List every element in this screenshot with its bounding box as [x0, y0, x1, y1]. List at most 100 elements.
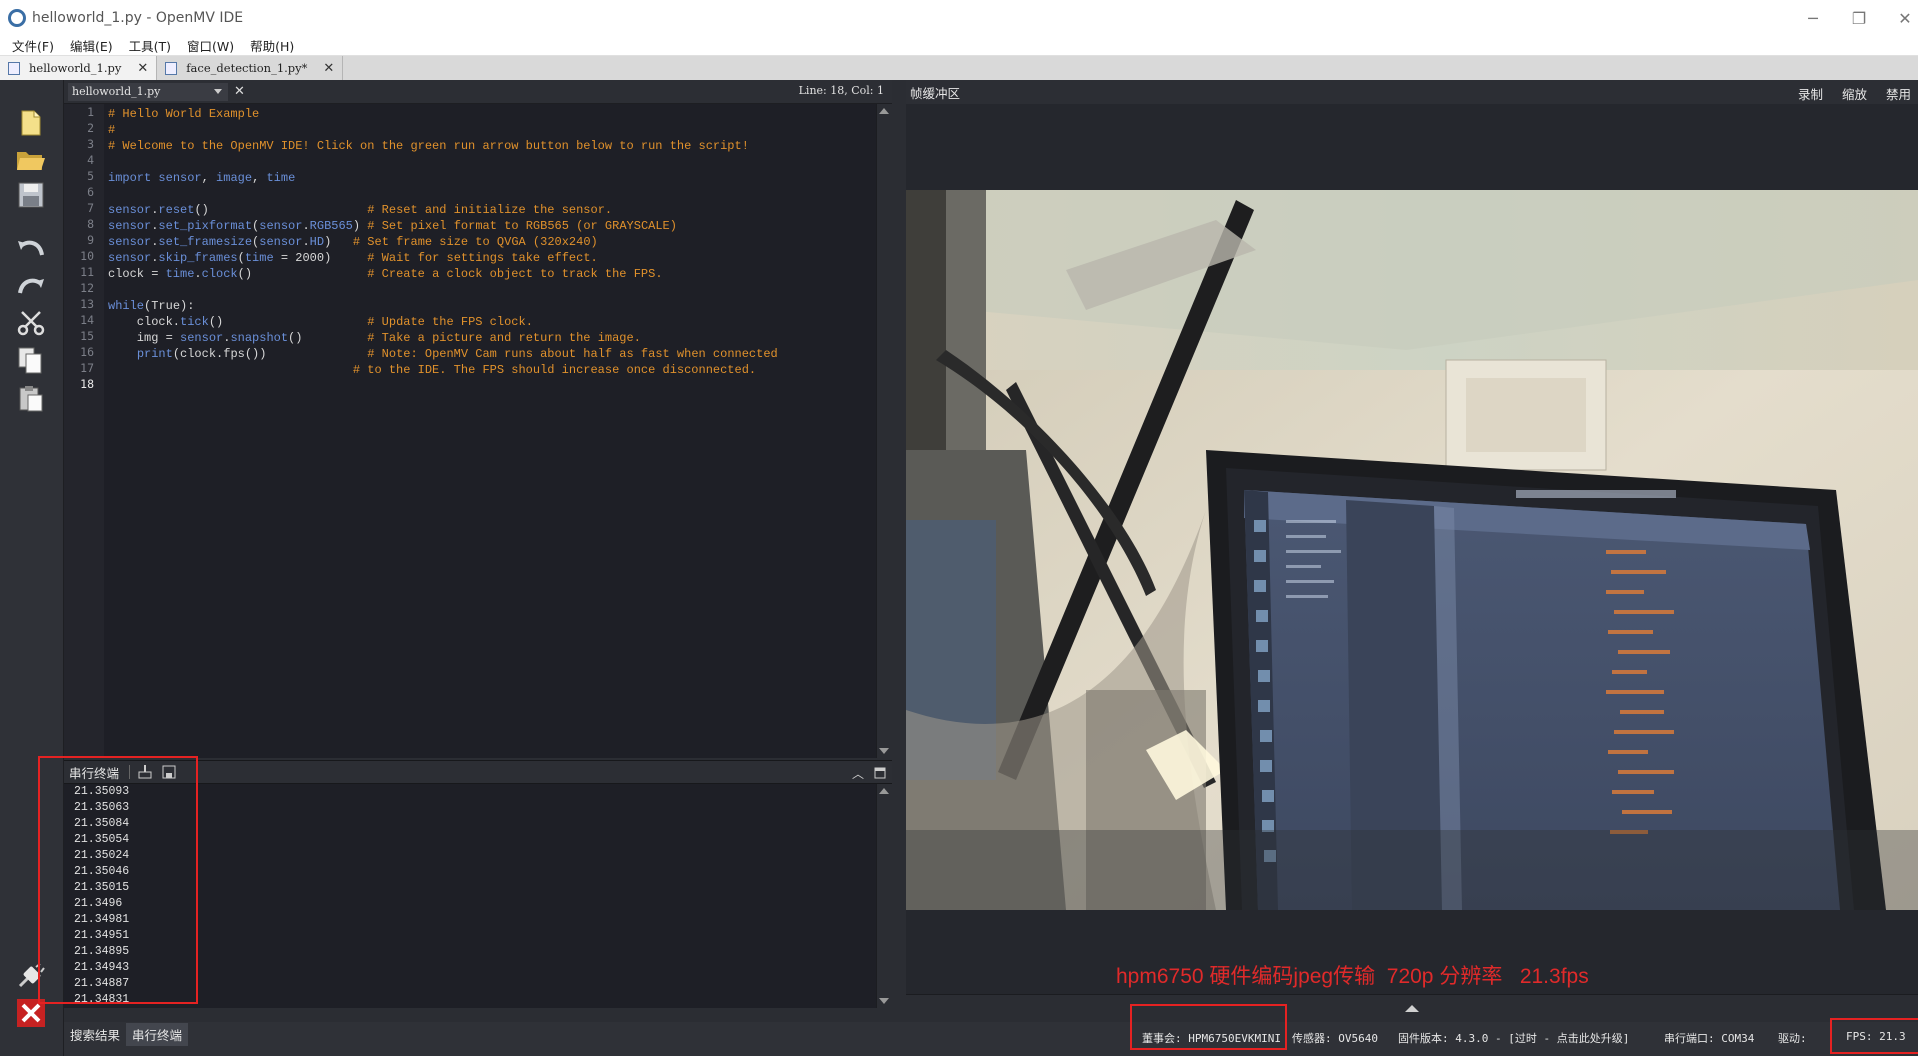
- code-text: ,: [201, 171, 217, 185]
- code-line: # to the IDE. The FPS should increase on…: [108, 362, 888, 378]
- frame-buffer-header: 帧缓冲区 录制 缩放 禁用: [906, 80, 1918, 104]
- menu-help[interactable]: 帮助(H): [250, 36, 294, 55]
- save-icon[interactable]: [14, 178, 48, 212]
- code-keyword: sensor: [108, 219, 152, 233]
- chevron-up-icon[interactable]: ︿: [852, 765, 864, 782]
- code-comment: # Welcome to the OpenMV IDE! Click on th…: [108, 139, 749, 153]
- zoom-button[interactable]: 缩放: [1842, 84, 1867, 103]
- code-keyword: while: [108, 299, 145, 313]
- new-file-icon[interactable]: [14, 106, 48, 140]
- code-keyword: time: [266, 171, 296, 185]
- menu-window[interactable]: 窗口(W): [187, 36, 234, 55]
- code-line: #: [108, 122, 888, 138]
- scroll-down-icon[interactable]: [879, 748, 889, 754]
- code-text: clock =: [108, 267, 166, 281]
- chevron-down-icon: [214, 88, 222, 94]
- line-number: 10: [80, 249, 94, 263]
- status-bar: 搜索结果 串行终端 董事会: HPM6750EVKMINI 传感器: OV564…: [64, 1022, 1928, 1056]
- frame-buffer-splitter[interactable]: [906, 994, 1918, 1022]
- python-file-icon: [8, 61, 20, 75]
- code-text: ): [352, 219, 368, 233]
- line-number-gutter: 1 2 3 4 5 6 7 8 9 10 11 12 13 14 15 16 17 18: [64, 104, 104, 758]
- record-button[interactable]: 录制: [1798, 84, 1823, 103]
- maximize-pane-icon[interactable]: [874, 767, 886, 779]
- output-pane-tabs: 搜索结果 串行终端: [64, 1022, 892, 1046]
- code-line: clock.tick() # Update the FPS clock.: [108, 314, 888, 330]
- code-line: sensor.reset() # Reset and initialize th…: [108, 202, 888, 218]
- redo-icon[interactable]: [14, 268, 48, 302]
- line-number: 8: [87, 217, 94, 231]
- menu-file[interactable]: 文件(F): [12, 36, 54, 55]
- code-text: img =: [108, 331, 181, 345]
- tab-helloworld[interactable]: helloworld_1.py ✕: [0, 56, 158, 80]
- code-comment: # Set frame size to QVGA (320x240): [352, 235, 598, 249]
- code-text: .: [194, 267, 202, 281]
- scroll-up-icon[interactable]: [879, 108, 889, 114]
- tab-face-detection[interactable]: face_detection_1.py* ✕: [157, 56, 344, 80]
- menu-edit[interactable]: 编辑(E): [70, 36, 113, 55]
- file-selector-combo[interactable]: helloworld_1.py: [68, 82, 228, 101]
- expand-up-icon[interactable]: [1405, 1005, 1419, 1012]
- minimize-button[interactable]: ─: [1790, 0, 1836, 36]
- close-editor-icon[interactable]: ✕: [234, 84, 245, 99]
- driver-label: 驱动:: [1778, 1032, 1807, 1045]
- code-line: print(clock.fps()) # Note: OpenMV Cam ru…: [108, 346, 888, 362]
- code-line: clock = time.clock() # Create a clock ob…: [108, 266, 888, 282]
- line-number: 15: [80, 329, 94, 343]
- menu-bar: 文件(F) 编辑(E) 工具(T) 窗口(W) 帮助(H): [0, 36, 1928, 56]
- line-number: 11: [80, 265, 94, 279]
- code-keyword: sensor: [259, 219, 303, 233]
- document-tabs: helloworld_1.py ✕ face_detection_1.py* ✕: [0, 56, 1928, 80]
- code-keyword: sensor: [158, 171, 202, 185]
- disable-button[interactable]: 禁用: [1886, 84, 1911, 103]
- code-text[interactable]: # Hello World Example # # Welcome to the O…: [108, 106, 888, 394]
- close-tab-icon[interactable]: ✕: [323, 61, 334, 76]
- code-text: (): [237, 267, 368, 281]
- tab-serial-terminal[interactable]: 串行终端: [126, 1022, 189, 1046]
- tab-label: helloworld_1.py: [29, 61, 122, 75]
- close-window-button[interactable]: ✕: [1882, 0, 1928, 36]
- open-folder-icon[interactable]: [14, 142, 48, 176]
- code-keyword: RGB565: [309, 219, 353, 233]
- code-comment: # Take a picture and return the image.: [367, 331, 641, 345]
- editor-scrollbar[interactable]: [876, 104, 890, 758]
- cursor-position: Line: 18, Col: 1: [798, 84, 884, 97]
- line-number: 5: [87, 169, 94, 183]
- cut-icon[interactable]: [14, 306, 48, 340]
- code-line: # Welcome to the OpenMV IDE! Click on th…: [108, 138, 888, 154]
- code-text: (: [237, 251, 245, 265]
- code-keyword: HD: [309, 235, 325, 249]
- terminal-scrollbar[interactable]: [876, 784, 890, 1008]
- line-number: 14: [80, 313, 94, 327]
- paste-icon[interactable]: [14, 382, 48, 416]
- code-keyword: set_framesize: [158, 235, 253, 249]
- code-line: while(True):: [108, 298, 888, 314]
- code-text: = 2000): [273, 251, 368, 265]
- frame-buffer-title: 帧缓冲区: [910, 85, 961, 101]
- code-keyword: time: [165, 267, 195, 281]
- firmware-label[interactable]: 固件版本: 4.3.0 - [过时 - 点击此处升级]: [1398, 1030, 1629, 1046]
- frame-buffer-view: [906, 104, 1918, 994]
- copy-icon[interactable]: [14, 344, 48, 378]
- code-keyword: print: [136, 347, 173, 361]
- code-keyword: sensor: [108, 235, 152, 249]
- restore-button[interactable]: ❐: [1836, 0, 1882, 36]
- close-tab-icon[interactable]: ✕: [137, 61, 148, 76]
- undo-icon[interactable]: [14, 230, 48, 264]
- code-text: (True):: [144, 299, 195, 313]
- annotation-box-fps: [1830, 1018, 1920, 1054]
- code-line: # Hello World Example: [108, 106, 888, 122]
- code-editor[interactable]: 1 2 3 4 5 6 7 8 9 10 11 12 13 14 15 16 17 18 # Hello Worl…: [64, 104, 890, 758]
- scroll-down-icon[interactable]: [879, 998, 889, 1004]
- scroll-up-icon[interactable]: [879, 788, 889, 794]
- code-keyword: image: [216, 171, 253, 185]
- menu-tools[interactable]: 工具(T): [129, 36, 171, 55]
- tab-search-results[interactable]: 搜索结果: [64, 1023, 126, 1046]
- code-comment: # Update the FPS clock.: [367, 315, 533, 329]
- code-line: sensor.set_framesize(sensor.HD) # Set fr…: [108, 234, 888, 250]
- code-text: (): [288, 331, 368, 345]
- code-text: (clock.fps()): [172, 347, 368, 361]
